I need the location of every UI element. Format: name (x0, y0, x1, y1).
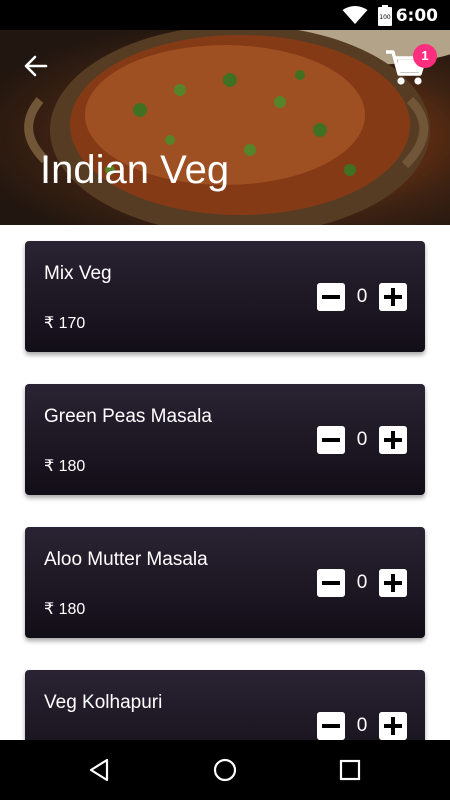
plus-icon[interactable] (379, 569, 407, 597)
product-name: Mix Veg (44, 263, 112, 284)
plus-icon[interactable] (379, 712, 407, 740)
status-bar: 100 6:00 (0, 0, 450, 30)
quantity-value: 0 (356, 715, 368, 736)
battery-level: 100 (379, 14, 391, 21)
minus-icon[interactable] (317, 283, 345, 311)
product-name: Aloo Mutter Masala (44, 549, 208, 570)
quantity-value: 0 (356, 286, 368, 307)
quantity-stepper: 0 (317, 283, 407, 311)
product-card[interactable]: Mix Veg ₹ 170 0 (25, 241, 425, 352)
product-name: Green Peas Masala (44, 406, 212, 427)
product-card[interactable]: Aloo Mutter Masala ₹ 180 0 (25, 527, 425, 638)
plus-icon[interactable] (379, 426, 407, 454)
product-list[interactable]: Mix Veg ₹ 170 0 Green Peas Masala ₹ 180 … (0, 225, 450, 740)
header-overlay (0, 30, 450, 225)
status-time: 6:00 (395, 6, 438, 26)
quantity-value: 0 (356, 429, 368, 450)
navigation-bar (0, 740, 450, 800)
product-card[interactable]: Green Peas Masala ₹ 180 0 (25, 384, 425, 495)
back-arrow-icon[interactable] (22, 52, 50, 80)
minus-icon[interactable] (317, 569, 345, 597)
quantity-stepper: 0 (317, 712, 407, 740)
header-banner: 1 Indian Veg (0, 30, 450, 225)
product-name: Veg Kolhapuri (44, 692, 163, 713)
quantity-stepper: 0 (317, 569, 407, 597)
triangle-back-icon[interactable] (86, 756, 114, 784)
plus-icon[interactable] (379, 283, 407, 311)
quantity-stepper: 0 (317, 426, 407, 454)
minus-icon[interactable] (317, 712, 345, 740)
product-card[interactable]: Veg Kolhapuri 0 (25, 670, 425, 740)
minus-icon[interactable] (317, 426, 345, 454)
product-price: ₹ 180 (44, 458, 86, 475)
square-recents-icon[interactable] (336, 756, 364, 784)
cart-count-badge: 1 (413, 44, 437, 68)
product-price: ₹ 180 (44, 601, 86, 618)
page-title: Indian Veg (40, 148, 230, 192)
battery-icon: 100 (378, 5, 392, 26)
wifi-icon (342, 6, 368, 24)
quantity-value: 0 (356, 572, 368, 593)
product-price: ₹ 170 (44, 315, 86, 332)
circle-home-icon[interactable] (211, 756, 239, 784)
